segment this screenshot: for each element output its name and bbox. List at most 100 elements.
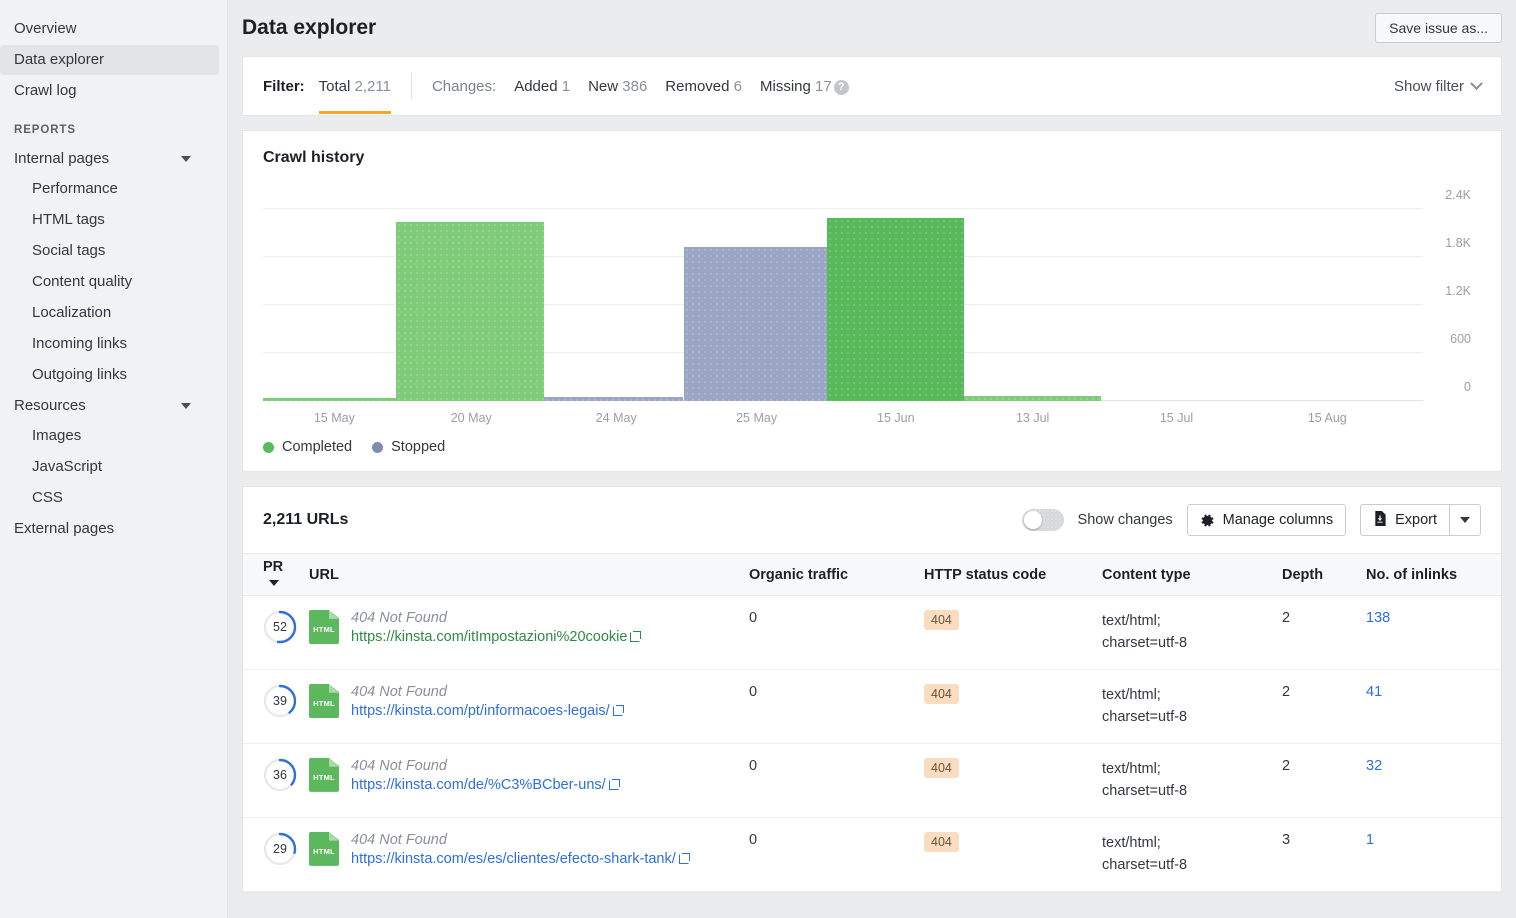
manage-columns-button[interactable]: Manage columns (1187, 504, 1346, 536)
table-row[interactable]: 36HTML404 Not Foundhttps://kinsta.com/de… (243, 743, 1501, 817)
filter-removed[interactable]: Removed 6 (665, 78, 742, 95)
cell-http-status: 404 (916, 743, 1094, 817)
external-link-icon[interactable] (630, 631, 641, 642)
export-dropdown-button[interactable] (1449, 504, 1481, 536)
pr-value: 36 (263, 758, 297, 792)
chart-bar[interactable] (263, 398, 396, 401)
column-header-pr[interactable]: PR (243, 554, 301, 596)
sidebar-item-incoming-links[interactable]: Incoming links (0, 329, 227, 359)
cell-url: HTML404 Not Foundhttps://kinsta.com/de/%… (301, 743, 741, 817)
url-link[interactable]: https://kinsta.com/de/%C3%BCber-uns/ (351, 777, 606, 793)
changes-label: Changes: (432, 78, 496, 95)
export-button[interactable]: Export (1360, 504, 1449, 536)
cell-inlinks-value[interactable]: 41 (1366, 684, 1382, 700)
show-filter-toggle[interactable]: Show filter (1394, 78, 1481, 95)
column-header-organic-traffic[interactable]: Organic traffic (741, 554, 916, 596)
save-issue-as-button[interactable]: Save issue as... (1375, 13, 1502, 43)
sidebar-group-label: Resources (14, 391, 86, 421)
column-header-label: URL (309, 567, 339, 583)
legend-item-completed[interactable]: Completed (263, 439, 352, 455)
filter-label: Filter: (263, 78, 305, 95)
chart-bar[interactable] (1257, 400, 1423, 401)
sidebar-group-resources[interactable]: Resources (0, 391, 227, 421)
show-changes-toggle[interactable] (1022, 509, 1064, 531)
content-type-line2: charset=utf-8 (1102, 635, 1187, 651)
external-link-icon[interactable] (679, 853, 690, 864)
url-link[interactable]: https://kinsta.com/es/es/clientes/efecto… (351, 851, 676, 867)
sidebar-item-external-pages[interactable]: External pages (0, 514, 227, 544)
tab-total[interactable]: Total 2,211 (319, 59, 391, 114)
column-header-label: HTTP status code (924, 567, 1046, 583)
url-link[interactable]: https://kinsta.com/itImpostazioni%20cook… (351, 629, 627, 645)
filter-missing[interactable]: Missing 17? (760, 78, 849, 95)
sidebar-reports-section: REPORTSInternal pagesPerformanceHTML tag… (0, 124, 227, 544)
filter-new[interactable]: New 386 (588, 78, 647, 95)
sidebar-item-javascript[interactable]: JavaScript (0, 452, 227, 482)
status-badge: 404 (924, 610, 959, 630)
column-header-depth[interactable]: Depth (1274, 554, 1358, 596)
sidebar-item-data-explorer[interactable]: Data explorer (0, 45, 219, 75)
url-title: 404 Not Found (351, 610, 733, 626)
table-row[interactable]: 52HTML404 Not Foundhttps://kinsta.com/it… (243, 596, 1501, 670)
x-axis-tick: 15 Aug (1308, 411, 1347, 425)
cell-http-status: 404 (916, 669, 1094, 743)
bar-texture (263, 398, 396, 401)
column-header-content-type[interactable]: Content type (1094, 554, 1274, 596)
column-header-http-status-code[interactable]: HTTP status code (916, 554, 1094, 596)
tab-total-label: Total (319, 78, 351, 95)
sidebar-item-css[interactable]: CSS (0, 483, 227, 513)
bar-texture (1101, 400, 1256, 401)
chevron-down-icon (1470, 77, 1483, 90)
cell-inlinks-value[interactable]: 32 (1366, 758, 1382, 774)
column-header-no-of-inlinks[interactable]: No. of inlinks (1358, 554, 1501, 596)
chart-bar[interactable] (544, 397, 683, 401)
chart-bar[interactable] (964, 396, 1101, 401)
sidebar-item-crawl-log[interactable]: Crawl log (0, 76, 227, 106)
page-title: Data explorer (228, 16, 376, 40)
chart-bar[interactable] (684, 247, 828, 401)
show-changes-label: Show changes (1078, 512, 1173, 528)
cell-inlinks-value[interactable]: 1 (1366, 832, 1374, 848)
filter-value: 6 (734, 78, 742, 95)
cell-pr: 29 (243, 817, 301, 891)
x-axis-tick: 15 Jul (1160, 411, 1193, 425)
url-link[interactable]: https://kinsta.com/pt/informacoes-legais… (351, 703, 610, 719)
filter-added[interactable]: Added 1 (514, 78, 570, 95)
legend-item-stopped[interactable]: Stopped (372, 439, 445, 455)
urls-table-card: 2,211 URLs Show changes Manage columns (242, 486, 1502, 893)
sidebar-item-overview[interactable]: Overview (0, 14, 227, 44)
chart-bar[interactable] (1101, 400, 1256, 401)
content-type-line2: charset=utf-8 (1102, 857, 1187, 873)
sidebar-item-outgoing-links[interactable]: Outgoing links (0, 360, 227, 390)
table-row[interactable]: 39HTML404 Not Foundhttps://kinsta.com/pt… (243, 669, 1501, 743)
content-type-line1: text/html; (1102, 687, 1161, 703)
sidebar-item-performance[interactable]: Performance (0, 174, 227, 204)
sidebar-group-internal-pages[interactable]: Internal pages (0, 144, 227, 174)
filter-label: Removed (665, 78, 733, 95)
sidebar-item-social-tags[interactable]: Social tags (0, 236, 227, 266)
export-split-button: Export (1360, 504, 1481, 536)
x-axis-tick: 15 May (314, 411, 355, 425)
sidebar-item-content-quality[interactable]: Content quality (0, 267, 227, 297)
chevron-down-icon (1460, 517, 1470, 523)
column-header-label: No. of inlinks (1366, 567, 1457, 583)
question-mark-icon[interactable]: ? (834, 80, 849, 95)
table-row[interactable]: 29HTML404 Not Foundhttps://kinsta.com/es… (243, 817, 1501, 891)
external-link-icon[interactable] (609, 779, 620, 790)
sidebar-item-images[interactable]: Images (0, 421, 227, 451)
column-header-url[interactable]: URL (301, 554, 741, 596)
bar-texture (396, 222, 544, 401)
external-link-icon[interactable] (613, 705, 624, 716)
cell-organic-traffic-value: 0 (749, 610, 757, 626)
y-axis-tick: 0 (1464, 380, 1471, 394)
sidebar-item-html-tags[interactable]: HTML tags (0, 205, 227, 235)
cell-inlinks-value[interactable]: 138 (1366, 610, 1390, 626)
cell-content-type: text/html;charset=utf-8 (1094, 817, 1274, 891)
sidebar: OverviewData explorerCrawl log REPORTSIn… (0, 0, 228, 918)
main-content: Data explorer Save issue as... Filter: T… (228, 0, 1516, 918)
cell-organic-traffic: 0 (741, 596, 916, 670)
chart-bar[interactable] (396, 222, 544, 401)
caret-down-icon (181, 156, 191, 162)
sidebar-item-localization[interactable]: Localization (0, 298, 227, 328)
chart-bar[interactable] (827, 218, 964, 401)
